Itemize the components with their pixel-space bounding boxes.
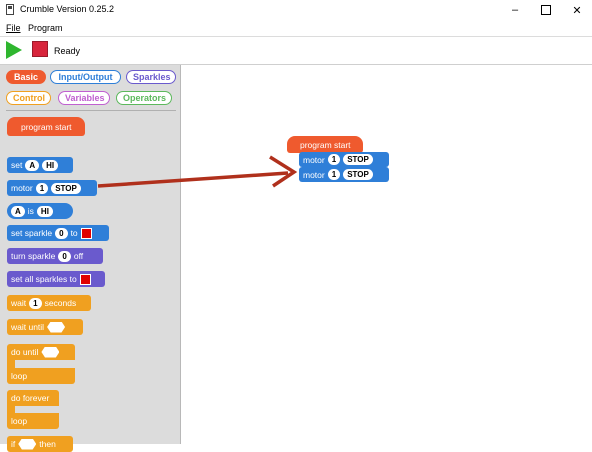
if-then-block[interactable]: if then [7, 436, 73, 452]
block-label: off [73, 251, 84, 261]
do-until-block[interactable]: do until [7, 344, 75, 360]
block-label: set [11, 160, 23, 170]
condition-slot[interactable] [41, 346, 60, 358]
wait-block[interactable]: wait 1 seconds [7, 295, 91, 311]
stop-icon[interactable] [32, 41, 48, 57]
set-block[interactable]: set A HI [7, 157, 73, 173]
c-block-arm [7, 406, 15, 413]
palette-divider [6, 110, 176, 111]
turn-sparkle-block[interactable]: turn sparkle 0 off [7, 248, 103, 264]
status-text: Ready [54, 46, 81, 56]
sparkle-number-pill[interactable]: 0 [58, 250, 71, 262]
block-label: turn sparkle [11, 251, 56, 261]
motor-state-pill[interactable]: STOP [343, 169, 373, 180]
menu-program[interactable]: Program [28, 23, 63, 33]
variable-pill[interactable]: A [25, 159, 40, 171]
block-label: set sparkle [11, 228, 53, 238]
set-all-sparkles-block[interactable]: set all sparkles to [7, 271, 105, 287]
condition-slot[interactable] [18, 438, 37, 450]
play-icon[interactable] [6, 41, 22, 59]
sparkle-number-pill[interactable]: 0 [55, 227, 68, 239]
tab-input-output[interactable]: Input/Output [50, 70, 121, 84]
canvas-program-start-block[interactable]: program start [287, 136, 363, 153]
block-label: then [39, 439, 56, 449]
block-label: do forever [11, 393, 50, 403]
tab-operators[interactable]: Operators [116, 91, 172, 105]
canvas-motor-block[interactable]: motor 1 STOP [299, 152, 389, 167]
block-label: program start [21, 121, 72, 132]
block-label: wait [11, 298, 27, 308]
tab-sparkles[interactable]: Sparkles [126, 70, 176, 84]
block-label: motor [11, 183, 33, 193]
color-swatch[interactable] [79, 273, 91, 285]
motor-state-pill[interactable]: STOP [51, 182, 81, 194]
motor-number-pill[interactable]: 1 [35, 182, 49, 194]
value-pill[interactable]: HI [42, 159, 59, 171]
block-label: is [27, 206, 34, 216]
do-forever-block[interactable]: do forever [7, 390, 59, 406]
wait-until-block[interactable]: wait until [7, 319, 83, 335]
motor-state-pill[interactable]: STOP [343, 154, 373, 165]
seconds-pill[interactable]: 1 [29, 297, 42, 309]
motor-block[interactable]: motor 1 STOP [7, 180, 97, 196]
minimize-icon[interactable]: – [500, 0, 530, 20]
loop-footer: loop [7, 413, 59, 429]
menu-file[interactable]: File [6, 23, 21, 33]
block-label: loop [11, 371, 28, 381]
value-pill[interactable]: HI [36, 205, 53, 217]
block-label: set all sparkles to [11, 274, 77, 284]
motor-number-pill[interactable]: 1 [327, 154, 341, 165]
compare-block[interactable]: A is HI [7, 203, 73, 219]
arrow-head [269, 155, 298, 188]
menu-bar [0, 20, 592, 37]
motor-number-pill[interactable]: 1 [327, 169, 341, 180]
condition-slot[interactable] [47, 321, 66, 333]
app-icon [6, 4, 14, 15]
tab-variables[interactable]: Variables [58, 91, 110, 105]
block-label: motor [303, 154, 325, 165]
toolbar [0, 37, 592, 65]
block-label: if [11, 439, 16, 449]
window-title: Crumble Version 0.25.2 [20, 4, 115, 14]
block-label: seconds [44, 298, 77, 308]
block-label: program start [300, 139, 351, 150]
block-label: motor [303, 169, 325, 180]
tab-basic[interactable]: Basic [6, 70, 46, 84]
variable-pill[interactable]: A [11, 205, 25, 217]
close-icon[interactable]: ✕ [562, 0, 592, 20]
maximize-icon[interactable] [531, 0, 561, 20]
c-block-arm [7, 360, 15, 368]
tab-control[interactable]: Control [6, 91, 51, 105]
block-label: loop [11, 416, 28, 426]
canvas-motor-block[interactable]: motor 1 STOP [299, 167, 389, 182]
block-label: wait until [11, 322, 45, 332]
block-label: to [70, 228, 78, 238]
loop-footer: loop [7, 368, 75, 384]
block-label: do until [11, 347, 39, 357]
set-sparkle-block[interactable]: set sparkle 0 to [7, 225, 109, 241]
program-start-block[interactable]: program start [7, 117, 85, 136]
color-swatch[interactable] [80, 227, 92, 239]
